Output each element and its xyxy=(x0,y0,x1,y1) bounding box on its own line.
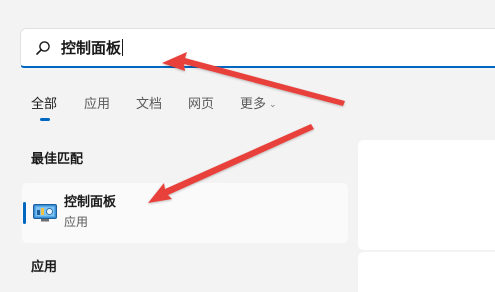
tab-label: 应用 xyxy=(84,97,111,112)
control-panel-icon xyxy=(33,204,57,222)
tab-web[interactable]: 网页 xyxy=(188,96,214,114)
result-title: 控制面板 xyxy=(64,195,117,210)
search-input[interactable]: 控制面板 xyxy=(61,38,124,58)
search-query: 控制面板 xyxy=(61,39,122,57)
selection-indicator xyxy=(23,202,26,224)
preview-pane-lower xyxy=(358,252,495,292)
search-box[interactable]: 控制面板 xyxy=(20,28,495,68)
apps-heading: 应用 xyxy=(31,260,58,275)
tab-label: 更多 xyxy=(240,97,267,112)
preview-pane xyxy=(358,140,495,250)
search-icon xyxy=(36,41,50,55)
tab-more[interactable]: 更多 ⌄ xyxy=(240,96,277,114)
chevron-down-icon: ⌄ xyxy=(269,100,277,110)
tab-label: 全部 xyxy=(31,97,58,112)
tab-apps[interactable]: 应用 xyxy=(84,96,110,114)
tab-documents[interactable]: 文档 xyxy=(136,96,162,114)
tab-active-indicator xyxy=(40,118,50,121)
tab-all[interactable]: 全部 xyxy=(31,96,57,114)
text-caret xyxy=(122,39,124,56)
result-subtitle: 应用 xyxy=(64,215,89,229)
best-match-heading: 最佳匹配 xyxy=(31,152,84,167)
tab-label: 文档 xyxy=(136,97,163,112)
tab-label: 网页 xyxy=(188,97,215,112)
best-match-result[interactable]: 控制面板 应用 xyxy=(22,183,348,243)
